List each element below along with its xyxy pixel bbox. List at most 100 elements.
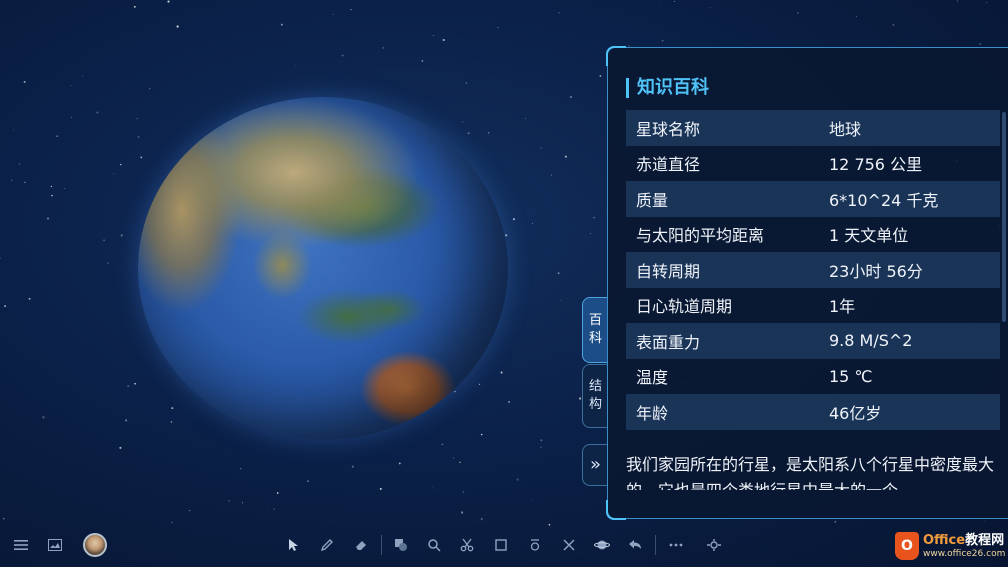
star (294, 65, 296, 66)
info-row: 日心轨道周期 1年 (626, 288, 1000, 324)
star (516, 478, 519, 481)
star (442, 38, 445, 42)
star (540, 147, 542, 149)
star (113, 173, 114, 175)
star (71, 117, 73, 119)
star (382, 47, 384, 49)
star (51, 194, 53, 197)
scrollbar[interactable] (1002, 112, 1006, 322)
star (659, 3, 661, 5)
star (280, 23, 283, 26)
earth-globe[interactable] (138, 97, 508, 440)
star (239, 467, 242, 470)
star (23, 80, 26, 83)
avatar[interactable] (83, 533, 107, 557)
star (307, 480, 309, 482)
star (171, 407, 174, 410)
star (64, 187, 66, 190)
star (134, 382, 136, 385)
star (834, 520, 837, 523)
star (273, 508, 275, 510)
star (578, 397, 582, 400)
star (103, 239, 106, 242)
star (461, 511, 464, 514)
star (47, 217, 49, 220)
star (13, 129, 15, 131)
star (531, 222, 533, 224)
info-row: 温度 15 ℃ (626, 359, 1000, 395)
star (124, 419, 128, 422)
pointer-icon[interactable] (284, 535, 304, 555)
eraser-icon[interactable] (351, 535, 371, 555)
image-icon[interactable] (45, 535, 65, 555)
tab-baike-char-1: 百 (588, 313, 602, 328)
info-value: 46亿岁 (829, 403, 882, 423)
star (454, 391, 456, 393)
star (441, 443, 444, 446)
star (564, 155, 567, 158)
scissors-icon[interactable] (457, 535, 477, 555)
watermark-logo: O Office教程网 www.office26.com (893, 530, 1005, 564)
star (119, 446, 122, 449)
star (2, 517, 5, 520)
star (856, 16, 857, 17)
expand-panel-button[interactable]: » (582, 444, 608, 486)
settings-icon[interactable] (704, 535, 724, 555)
star (661, 39, 664, 42)
tools-icon[interactable] (559, 535, 579, 555)
search-icon[interactable] (424, 535, 444, 555)
star (351, 465, 354, 468)
info-row: 与太阳的平均距离 1 天文单位 (626, 217, 1000, 253)
pen-icon[interactable] (317, 535, 337, 555)
watermark-brand-office: Office (923, 533, 966, 548)
star (497, 27, 499, 29)
star (81, 75, 83, 77)
star (590, 233, 591, 235)
star (599, 75, 602, 77)
star (560, 300, 562, 302)
star (462, 491, 465, 493)
menu-icon[interactable] (11, 535, 31, 555)
star (540, 446, 542, 448)
star (107, 262, 109, 264)
info-label: 自转周期 (636, 261, 701, 281)
info-row: 表面重力 9.8 M/S^2 (626, 323, 1000, 359)
star (56, 135, 58, 137)
star (398, 462, 401, 465)
planet-icon[interactable] (592, 535, 612, 555)
star (892, 24, 895, 26)
star (42, 416, 45, 419)
double-chevron-icon: » (589, 454, 601, 475)
tab-baike[interactable]: 百 科 (582, 297, 608, 363)
star (276, 492, 279, 494)
star (467, 132, 470, 135)
info-value: 地球 (829, 119, 862, 139)
info-value: 1 天文单位 (829, 226, 909, 246)
star (171, 521, 173, 524)
tab-jiegou[interactable]: 结 构 (582, 364, 608, 428)
star (558, 12, 560, 14)
star (488, 132, 490, 134)
info-label: 温度 (636, 368, 669, 388)
star (452, 457, 455, 459)
more-icon[interactable] (666, 535, 686, 555)
star (531, 499, 533, 501)
star (569, 96, 573, 99)
zoom-icon[interactable] (525, 535, 545, 555)
star (379, 487, 382, 490)
info-table: 星球名称 地球 赤道直径 12 756 公里 质量 6*10^24 千克 与太阳的平均距离 1… (626, 110, 1000, 430)
info-row: 年龄 46亿岁 (626, 394, 1000, 430)
star (465, 82, 468, 84)
star (241, 502, 243, 504)
shapes-icon[interactable] (391, 535, 411, 555)
toolbar-divider (381, 535, 382, 555)
undo-icon[interactable] (625, 535, 645, 555)
info-value: 15 ℃ (829, 366, 873, 386)
star (979, 42, 982, 46)
info-value: 6*10^24 千克 (829, 190, 939, 210)
star (984, 520, 986, 522)
panel-corner-decoration (606, 500, 626, 520)
star (548, 523, 551, 526)
crop-icon[interactable] (491, 535, 511, 555)
panel-corner-decoration (606, 46, 626, 66)
